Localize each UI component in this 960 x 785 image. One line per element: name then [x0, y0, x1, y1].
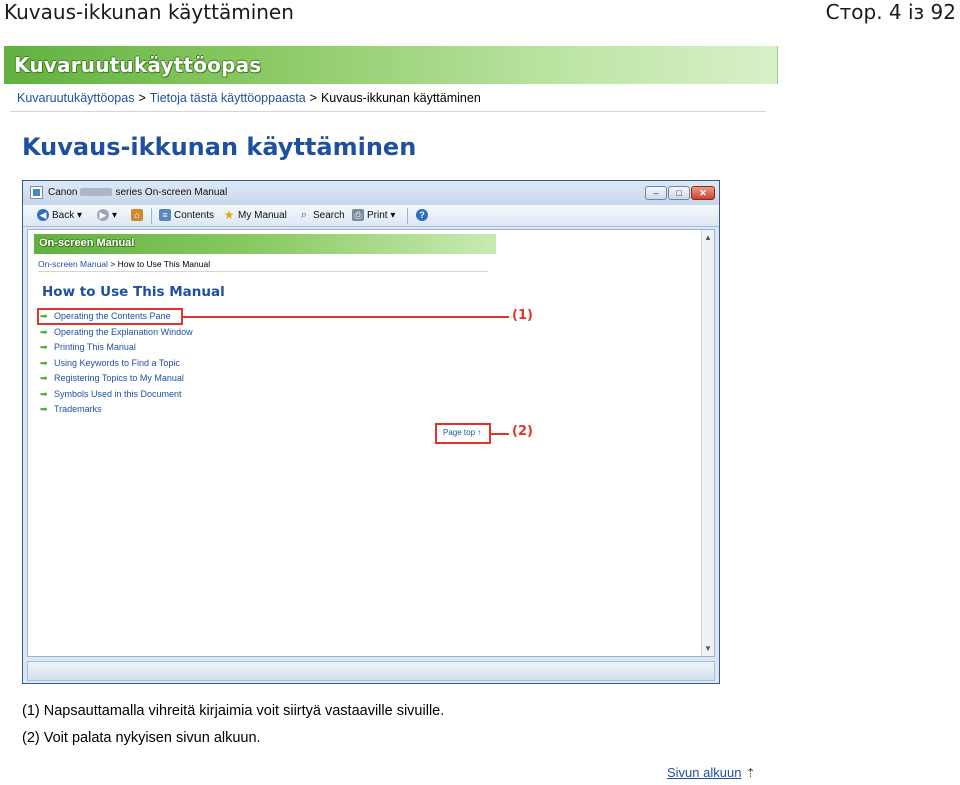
page-header: Kuvaus-ikkunan käyttäminen Стор. 4 із 92	[0, 0, 960, 26]
contents-icon: ≡	[159, 209, 171, 222]
breadcrumb-current: Kuvaus-ikkunan käyttäminen	[320, 91, 481, 105]
help-button: ?	[416, 209, 431, 223]
close-button: ✕	[691, 186, 715, 200]
inner-page-top-link: Page top ↑	[443, 428, 482, 437]
vertical-scrollbar: ▲ ▼	[701, 230, 714, 656]
callout-label-2: (2)	[512, 424, 533, 439]
callout-line-1	[183, 316, 509, 318]
note-2: (2) Voit palata nykyisen sivun alkuun.	[22, 730, 261, 746]
green-arrow-icon: ➡	[40, 342, 48, 352]
home-icon: ⌂	[131, 209, 143, 222]
inner-link: ➡ Trademarks	[40, 404, 102, 414]
green-arrow-icon: ➡	[40, 388, 48, 399]
inner-breadcrumb: On-screen Manual > How to Use This Manua…	[38, 259, 211, 269]
scroll-up-icon: ▲	[704, 233, 712, 242]
app-icon	[30, 186, 43, 199]
inner-heading: How to Use This Manual	[42, 284, 225, 300]
home-button: ⌂	[131, 209, 146, 223]
breadcrumb-link-home[interactable]: Kuvaruutukäyttöopas	[17, 91, 134, 105]
maximize-button: □	[668, 186, 690, 200]
help-icon: ?	[416, 209, 428, 222]
back-button: ◀ Back ▾	[37, 209, 82, 223]
page-top-link[interactable]: Sivun alkuun ⇡	[667, 765, 756, 780]
redacted-model-name	[80, 188, 113, 197]
document-title: Kuvaus-ikkunan käyttäminen	[4, 0, 294, 24]
window-content-pane: On-screen Manual On-screen Manual > How …	[27, 229, 715, 657]
callout-box-1	[37, 308, 183, 325]
window-statusbar	[27, 661, 715, 681]
inner-link: ➡ Using Keywords to Find a Topic	[40, 357, 180, 368]
page-number: Стор. 4 із 92	[825, 0, 956, 24]
notes: (1) Napsauttamalla vihreitä kirjaimia vo…	[22, 702, 444, 756]
breadcrumb-separator: >	[138, 91, 146, 105]
inner-link: ➡ Printing This Manual	[40, 342, 136, 352]
breadcrumb: Kuvaruutukäyttöopas > Tietoja tästä käyttö…	[17, 91, 481, 105]
green-arrow-icon: ➡	[40, 326, 48, 337]
window-titlebar: Canon series On-screen Manual – □ ✕	[23, 181, 719, 205]
window-title: Canon series On-screen Manual	[48, 187, 228, 198]
back-arrow-icon: ◀	[37, 209, 49, 222]
window-toolbar: ◀ Back ▾ ▶ ▾ ⌂ ≡ Contents ★ My Manual ⌕ Searc…	[23, 205, 719, 227]
note-1: (1) Napsauttamalla vihreitä kirjaimia vo…	[22, 703, 445, 719]
scroll-down-icon: ▼	[704, 644, 712, 653]
page-title: Kuvaus-ikkunan käyttäminen	[22, 133, 417, 161]
example-window-screenshot: Canon series On-screen Manual – □ ✕ ◀ Back…	[22, 180, 720, 684]
green-arrow-icon: ➡	[40, 404, 48, 414]
print-button: ⎙ Print ▾	[352, 209, 395, 223]
forward-button: ▶ ▾	[97, 209, 117, 223]
breadcrumb-divider	[10, 111, 766, 112]
my-manual-button: ★ My Manual	[223, 208, 287, 223]
printer-icon: ⎙	[352, 209, 364, 222]
up-arrow-icon: ↑	[477, 428, 482, 437]
breadcrumb-link-about[interactable]: Tietoja tästä käyttöoppaasta	[150, 91, 306, 105]
inner-banner: On-screen Manual	[34, 234, 496, 254]
up-arrow-icon: ⇡	[745, 766, 756, 780]
search-button: ⌕ Search	[298, 209, 345, 223]
inner-link-list: ➡ Operating the Contents Pane ➡ Operating …	[40, 311, 193, 420]
manual-banner: Kuvaruutukäyttöopas	[4, 46, 778, 84]
callout-line-2	[491, 433, 509, 435]
inner-divider	[38, 271, 488, 272]
breadcrumb-separator: >	[309, 91, 317, 105]
minimize-button: –	[645, 186, 667, 200]
toolbar-separator	[407, 208, 408, 224]
toolbar-separator	[151, 208, 152, 224]
banner-title: Kuvaruutukäyttöopas	[14, 53, 262, 77]
search-icon: ⌕	[300, 209, 308, 222]
inner-link: ➡ Operating the Explanation Window	[40, 326, 193, 337]
green-arrow-icon: ➡	[40, 357, 48, 368]
inner-link: ➡ Symbols Used in this Document	[40, 388, 182, 399]
star-icon: ★	[223, 208, 235, 223]
inner-link: ➡ Registering Topics to My Manual	[40, 373, 184, 383]
green-arrow-icon: ➡	[40, 373, 48, 383]
callout-label-1: (1)	[512, 308, 533, 323]
contents-button: ≡ Contents	[159, 209, 214, 223]
forward-arrow-icon: ▶	[97, 209, 109, 222]
